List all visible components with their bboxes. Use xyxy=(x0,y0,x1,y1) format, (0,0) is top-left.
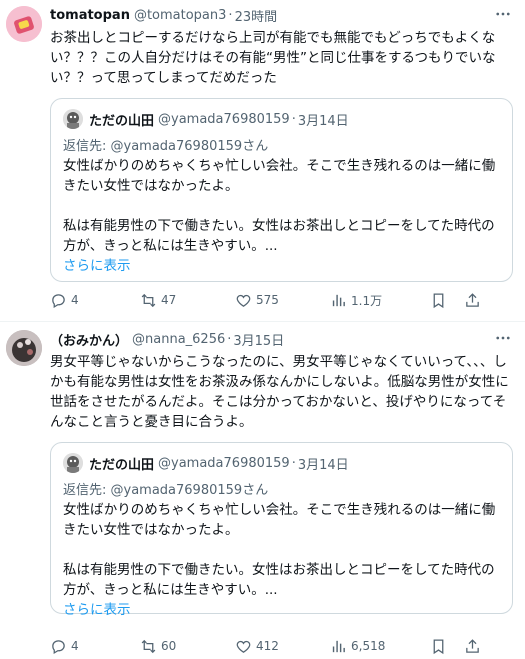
user-handle[interactable]: @tomatopan3 xyxy=(134,8,226,23)
tweet-header: （おみかん） @nanna_6256 · 3月15日 xyxy=(50,330,513,349)
quote-avatar xyxy=(63,453,83,473)
display-name[interactable]: （おみかん） xyxy=(50,330,128,349)
quote-user-handle: @yamada76980159 xyxy=(158,111,290,127)
reply-count: 4 xyxy=(71,293,79,307)
like-button[interactable]: 575 xyxy=(235,290,330,310)
like-count: 575 xyxy=(256,293,279,307)
reply-button[interactable]: 4 xyxy=(50,636,140,656)
retweet-button[interactable]: 60 xyxy=(140,636,235,656)
views-count: 6,518 xyxy=(351,639,386,653)
show-more-link[interactable]: さらに表示 xyxy=(63,600,500,620)
avatar[interactable] xyxy=(6,6,42,42)
separator-dot: · xyxy=(227,331,232,347)
views-count: 1.1万 xyxy=(351,293,383,308)
quote-timestamp: 3月14日 xyxy=(297,113,349,129)
avatar[interactable] xyxy=(6,330,42,366)
user-handle[interactable]: @nanna_6256 xyxy=(132,332,225,347)
bookmark-button[interactable] xyxy=(430,290,464,310)
more-button[interactable] xyxy=(493,4,513,24)
views-icon xyxy=(332,640,345,652)
more-icon xyxy=(496,12,510,16)
bookmark-button[interactable] xyxy=(430,636,464,656)
quote-text: 女性ばかりのめちゃくちゃ忙しい会社。そこで生き残れるのは一緒に働きたい女性ではな… xyxy=(63,502,496,598)
bookmark-icon xyxy=(433,638,444,654)
bookmark-icon xyxy=(433,292,444,308)
share-icon xyxy=(466,292,479,307)
tweet-text: 男女平等じゃないからこうなったのに、男女平等じゃなくていいって、、、しかも有能な… xyxy=(50,354,509,430)
timestamp[interactable]: 23時間 xyxy=(235,6,278,25)
quote-user-handle: @yamada76980159 xyxy=(158,455,290,471)
reply-count: 4 xyxy=(71,639,79,653)
views-button[interactable]: 6,518 xyxy=(330,636,430,656)
tweet[interactable]: tomatopan @tomatopan3 · 23時間 お茶出しとコピーするだ… xyxy=(0,0,525,322)
quoted-tweet[interactable]: ただの山田 @yamada76980159 · 3月14日 返信先: @yama… xyxy=(50,98,513,282)
retweet-icon xyxy=(141,639,156,653)
timestamp[interactable]: 3月15日 xyxy=(233,330,284,349)
display-name[interactable]: tomatopan xyxy=(50,8,130,23)
tweet-text: お茶出しとコピーするだけなら上司が有能でも無能でもどっちでもよくない？？？この人… xyxy=(50,30,496,86)
quoted-tweet[interactable]: ただの山田 @yamada76980159 · 3月14日 返信先: @yama… xyxy=(50,442,513,618)
share-icon xyxy=(466,638,479,653)
quote-header: ただの山田 @yamada76980159 · 3月14日 xyxy=(63,453,500,473)
retweet-button[interactable]: 47 xyxy=(140,290,235,310)
tweet-header: tomatopan @tomatopan3 · 23時間 xyxy=(50,6,513,25)
share-button[interactable] xyxy=(464,290,484,310)
reply-to-label: 返信先: @yamada76980159さん xyxy=(63,483,269,498)
quote-display-name: ただの山田 xyxy=(89,457,155,473)
quote-header: ただの山田 @yamada76980159 · 3月14日 xyxy=(63,109,500,129)
separator-dot: · xyxy=(291,111,296,127)
more-icon xyxy=(496,336,510,340)
like-icon xyxy=(236,640,251,653)
tweet-content: tomatopan @tomatopan3 · 23時間 お茶出しとコピーするだ… xyxy=(50,4,513,308)
views-button[interactable]: 1.1万 xyxy=(330,290,430,310)
views-icon xyxy=(332,294,345,306)
action-bar: 4 47 575 1.1万 xyxy=(50,290,513,310)
tweet-content: （おみかん） @nanna_6256 · 3月15日 男女平等じゃないからこうな… xyxy=(50,328,513,654)
quote-avatar xyxy=(63,109,83,129)
retweet-count: 60 xyxy=(161,639,177,653)
separator-dot: · xyxy=(291,455,296,471)
share-button[interactable] xyxy=(464,636,484,656)
reply-button[interactable]: 4 xyxy=(50,290,140,310)
quote-timestamp: 3月14日 xyxy=(297,457,349,473)
retweet-icon xyxy=(141,293,156,307)
tweet[interactable]: （おみかん） @nanna_6256 · 3月15日 男女平等じゃないからこうな… xyxy=(0,322,525,659)
reply-icon xyxy=(52,639,65,654)
like-button[interactable]: 412 xyxy=(235,636,330,656)
separator-dot: · xyxy=(228,7,233,23)
reply-icon xyxy=(52,293,65,308)
quote-display-name: ただの山田 xyxy=(89,113,155,129)
like-count: 412 xyxy=(256,639,279,653)
retweet-count: 47 xyxy=(161,293,177,307)
quote-text: 女性ばかりのめちゃくちゃ忙しい会社。そこで生き残れるのは一緒に働きたい女性ではな… xyxy=(63,158,496,254)
like-icon xyxy=(236,294,251,307)
action-bar: 4 60 412 6,518 xyxy=(50,636,513,656)
show-more-link[interactable]: さらに表示 xyxy=(63,256,500,276)
more-button[interactable] xyxy=(493,328,513,348)
reply-to-label: 返信先: @yamada76980159さん xyxy=(63,139,269,154)
